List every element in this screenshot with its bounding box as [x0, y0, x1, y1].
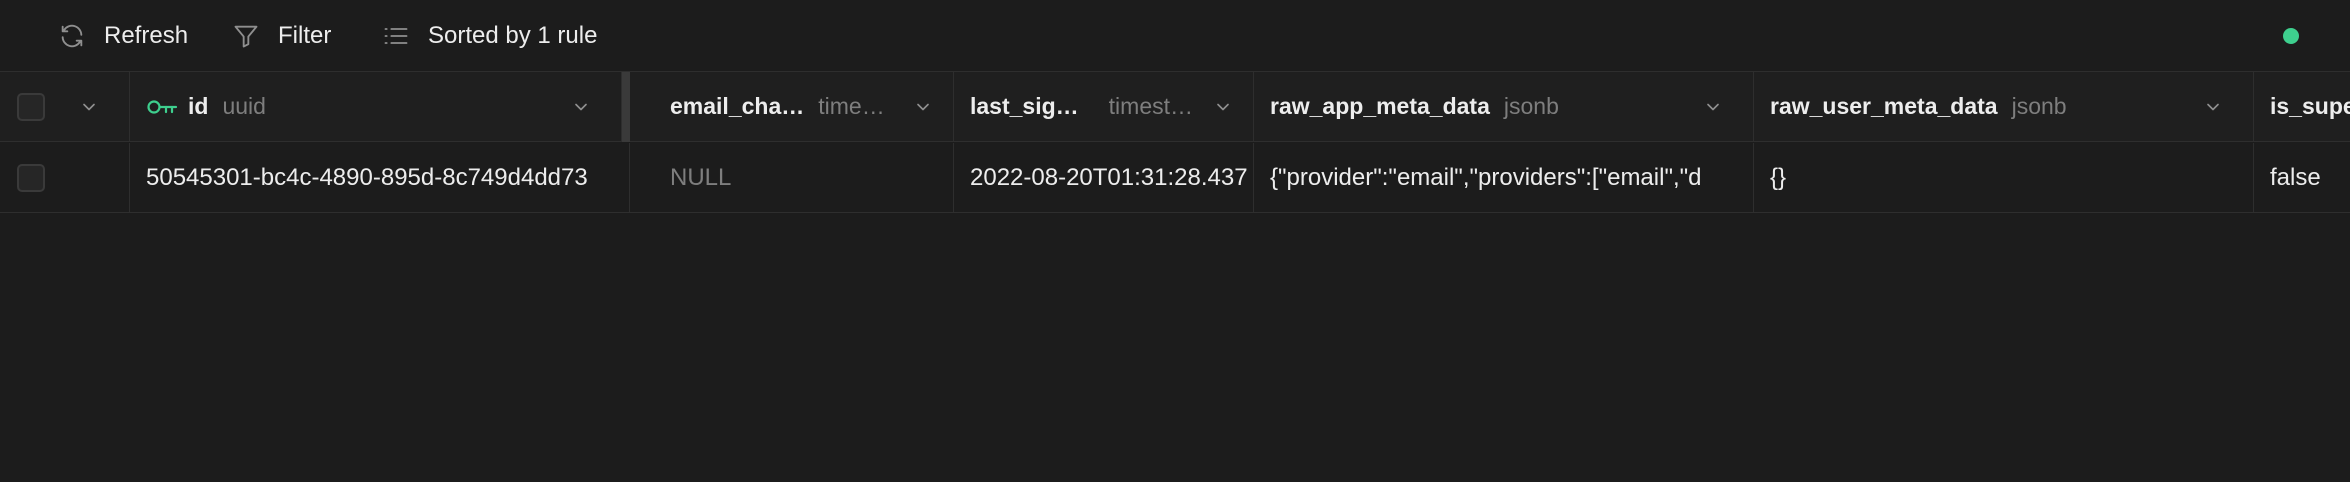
column-type: time…: [818, 93, 885, 119]
column-header-email-changed[interactable]: email_cha… time…: [652, 72, 954, 141]
column-header-is-super-admin[interactable]: is_supe: [2254, 72, 2350, 141]
select-all-header: [0, 72, 130, 141]
chevron-down-icon[interactable]: [1703, 97, 1723, 117]
filter-button[interactable]: Filter: [232, 18, 331, 54]
column-type: jsonb: [1503, 93, 1559, 119]
sort-button[interactable]: Sorted by 1 rule: [382, 18, 597, 54]
row-checkbox[interactable]: [17, 163, 45, 192]
column-resize-handle[interactable]: [622, 72, 630, 142]
cell-email-changed[interactable]: NULL: [652, 143, 954, 212]
column-header-id[interactable]: id uuid: [130, 72, 622, 141]
chevron-down-icon[interactable]: [79, 97, 99, 117]
primary-key-icon: [147, 99, 178, 114]
column-name: email_cha…: [670, 93, 805, 119]
refresh-label: Refresh: [104, 22, 189, 49]
column-name: is_supe: [2270, 93, 2350, 119]
cell-id[interactable]: 50545301-bc4c-4890-895d-8c749d4dd73: [130, 143, 630, 212]
column-type: jsonb: [2011, 93, 2067, 119]
column-name: raw_app_meta_data: [1270, 93, 1490, 119]
header-row: id uuid email_cha… time… last_sig… times…: [0, 72, 2350, 142]
chevron-down-icon[interactable]: [2203, 97, 2223, 117]
cell-raw-user-meta-data[interactable]: {}: [1754, 143, 2254, 212]
table-row[interactable]: 50545301-bc4c-4890-895d-8c749d4dd73 NULL…: [0, 143, 2350, 213]
connection-status-dot: [2283, 28, 2299, 44]
cell-is-super-admin[interactable]: false: [2254, 143, 2350, 212]
column-name: last_sig…: [970, 93, 1079, 119]
column-header-last-sign-in[interactable]: last_sig… timest…: [954, 72, 1254, 141]
sort-label: Sorted by 1 rule: [428, 22, 598, 49]
list-icon: [384, 28, 408, 44]
filter-icon: [234, 25, 258, 48]
column-type: uuid: [222, 93, 266, 119]
cell-last-sign-in[interactable]: 2022-08-20T01:31:28.437: [954, 143, 1254, 212]
column-name: id: [188, 93, 209, 119]
data-grid: id uuid email_cha… time… last_sig… times…: [0, 72, 2350, 214]
chevron-down-icon[interactable]: [913, 97, 933, 117]
chevron-down-icon[interactable]: [571, 97, 591, 117]
table-toolbar: Refresh Filter Sorted by 1 rule: [0, 0, 2350, 72]
chevron-down-icon[interactable]: [1213, 97, 1233, 117]
row-select-cell: [0, 143, 130, 212]
select-all-checkbox[interactable]: [17, 92, 45, 121]
cell-raw-app-meta-data[interactable]: {"provider":"email","providers":["email"…: [1254, 143, 1754, 212]
refresh-icon: [61, 24, 83, 48]
column-name: raw_user_meta_data: [1770, 93, 1998, 119]
refresh-button[interactable]: Refresh: [58, 18, 188, 54]
empty-grid-area: [0, 214, 2350, 482]
column-header-raw-user-meta-data[interactable]: raw_user_meta_data jsonb: [1754, 72, 2254, 141]
column-header-raw-app-meta-data[interactable]: raw_app_meta_data jsonb: [1254, 72, 1754, 141]
filter-label: Filter: [278, 22, 332, 49]
column-type: timest…: [1108, 93, 1193, 119]
